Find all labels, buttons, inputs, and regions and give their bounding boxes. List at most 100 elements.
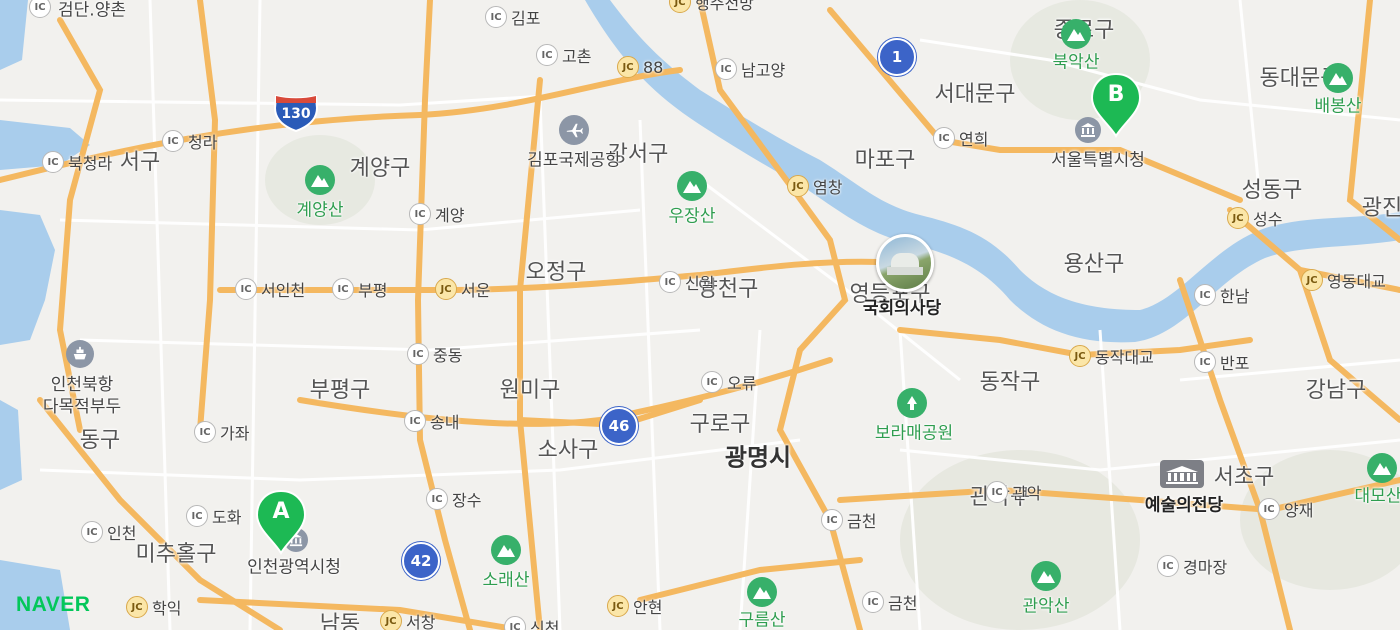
map-pin-b[interactable]: B bbox=[1089, 72, 1143, 138]
interchange-label: 고촌 bbox=[562, 47, 592, 66]
interchange-marker[interactable]: IC 장수 bbox=[426, 487, 481, 511]
interchange-label: 금천 bbox=[888, 594, 918, 613]
interchange-marker[interactable]: IC 금천 bbox=[821, 508, 876, 532]
interchange-marker[interactable]: IC 고촌 bbox=[536, 43, 591, 67]
interchange-marker[interactable]: IC 청라 bbox=[162, 129, 217, 153]
interchange-marker[interactable]: IC 신월 bbox=[659, 270, 714, 294]
interchange-label: 도화 bbox=[212, 508, 242, 527]
interchange-marker[interactable]: IC 중동 bbox=[407, 342, 462, 366]
junction-label: 행주전망 bbox=[695, 0, 754, 13]
ic-badge: IC bbox=[485, 6, 507, 28]
district-label: 마포구 bbox=[854, 148, 916, 173]
park-label[interactable]: 소래산 bbox=[483, 566, 530, 591]
park-label[interactable]: 구름산 bbox=[739, 606, 786, 630]
map-pin-a[interactable]: A bbox=[254, 489, 308, 555]
interchange-marker[interactable]: IC 경마장 bbox=[1157, 554, 1227, 578]
junction-marker[interactable]: JC 염창 bbox=[787, 174, 842, 198]
mountain-icon[interactable] bbox=[747, 577, 777, 607]
district-label: 동구 bbox=[79, 428, 121, 453]
park-label[interactable]: 대모산 bbox=[1355, 482, 1400, 507]
poi-label-seoul-cityhall[interactable]: 서울특별시청 bbox=[1051, 146, 1145, 171]
interchange-marker[interactable]: IC 한남 bbox=[1194, 283, 1249, 307]
interchange-marker[interactable]: IC 가좌 bbox=[194, 420, 249, 444]
poi-label-incheon-cityhall[interactable]: 인천광역시청 bbox=[247, 553, 341, 578]
junction-label: 88 bbox=[643, 57, 664, 77]
mountain-icon[interactable] bbox=[1061, 19, 1091, 49]
junction-marker[interactable]: JC 서운 bbox=[435, 277, 490, 301]
port-icon[interactable] bbox=[66, 340, 94, 368]
interchange-marker[interactable]: IC 북청라 bbox=[42, 150, 112, 174]
junction-marker[interactable]: JC 행주전망 bbox=[669, 0, 754, 14]
interchange-marker[interactable]: IC 양재 bbox=[1258, 497, 1313, 521]
park-label[interactable]: 우장산 bbox=[669, 202, 716, 227]
junction-marker[interactable]: JC 88 bbox=[617, 56, 663, 78]
park-label[interactable]: 보라매공원 bbox=[875, 419, 953, 444]
ic-badge: IC bbox=[715, 58, 737, 80]
park-label[interactable]: 계양산 bbox=[297, 196, 344, 221]
interchange-label: 신월 bbox=[685, 274, 715, 293]
junction-marker[interactable]: JC 동작대교 bbox=[1069, 344, 1154, 368]
tree-icon[interactable] bbox=[897, 388, 927, 418]
photo-thumbnail[interactable] bbox=[876, 234, 934, 292]
park-label[interactable]: 배봉산 bbox=[1315, 92, 1362, 117]
mountain-icon[interactable] bbox=[491, 535, 521, 565]
poi-label-arts-center[interactable]: 예술의전당 bbox=[1145, 491, 1223, 516]
ic-badge: IC bbox=[42, 151, 64, 173]
junction-marker[interactable]: JC 영동대교 bbox=[1301, 268, 1386, 292]
ic-badge: IC bbox=[821, 509, 843, 531]
mountain-icon[interactable] bbox=[1323, 63, 1353, 93]
park-label[interactable]: 북악산 bbox=[1053, 48, 1100, 73]
airplane-icon[interactable] bbox=[559, 115, 589, 145]
ic-badge: IC bbox=[986, 481, 1008, 503]
ic-badge: IC bbox=[407, 343, 429, 365]
interchange-marker[interactable]: IC 금천 bbox=[862, 590, 917, 614]
district-label: 구로구 bbox=[689, 412, 751, 437]
map-canvas[interactable]: 서구 계양구 강서구 오정구 양천구 부평구 원미구 소사구 구로구 동구 미추… bbox=[0, 0, 1400, 630]
interchange-marker[interactable]: IC 부평 bbox=[332, 277, 387, 301]
district-label: 서구 bbox=[119, 150, 161, 175]
interchange-marker[interactable]: IC 서인천 bbox=[235, 277, 305, 301]
park-label[interactable]: 관악산 bbox=[1023, 592, 1070, 617]
interchange-label: 계양 bbox=[435, 206, 465, 225]
interchange-marker[interactable]: IC 관악 bbox=[986, 480, 1041, 504]
ic-badge: IC bbox=[404, 410, 426, 432]
jc-badge: JC bbox=[607, 595, 629, 617]
interchange-marker[interactable]: IC 반포 bbox=[1194, 350, 1249, 374]
interchange-marker[interactable]: IC 인천 bbox=[81, 520, 136, 544]
junction-label: 영동대교 bbox=[1327, 272, 1386, 291]
interchange-marker[interactable]: IC 계양 bbox=[409, 202, 464, 226]
poi-label-airport[interactable]: 김포국제공항 bbox=[527, 146, 621, 171]
interchange-marker[interactable]: IC 도화 bbox=[186, 504, 241, 528]
interchange-marker[interactable]: IC 신천 bbox=[504, 615, 559, 630]
ic-badge: IC bbox=[659, 271, 681, 293]
route-shield-42[interactable]: 42 bbox=[402, 542, 440, 580]
junction-marker[interactable]: JC 안현 bbox=[607, 594, 662, 618]
ic-badge: IC bbox=[81, 521, 103, 543]
ic-badge: IC bbox=[162, 130, 184, 152]
route-shield-46[interactable]: 46 bbox=[600, 407, 638, 445]
junction-marker[interactable]: JC 학익 bbox=[126, 595, 181, 619]
interchange-marker[interactable]: IC 오류 bbox=[701, 370, 756, 394]
theater-icon[interactable] bbox=[1160, 460, 1204, 488]
poi-label-assembly[interactable]: 국회의사당 bbox=[863, 294, 941, 319]
ic-badge: IC bbox=[409, 203, 431, 225]
ic-badge: IC bbox=[194, 421, 216, 443]
mountain-icon[interactable] bbox=[1367, 453, 1397, 483]
jc-badge: JC bbox=[1069, 345, 1091, 367]
junction-marker[interactable]: JC 서창 bbox=[380, 609, 435, 630]
interchange-marker[interactable]: IC 연희 bbox=[933, 126, 988, 150]
mountain-icon[interactable] bbox=[677, 171, 707, 201]
junction-marker[interactable]: JC 성수 bbox=[1227, 206, 1282, 230]
interchange-marker[interactable]: IC 김포 bbox=[485, 5, 540, 29]
ic-badge: IC bbox=[504, 616, 526, 630]
mountain-icon[interactable] bbox=[305, 165, 335, 195]
expressway-shield-130[interactable]: 130 bbox=[273, 94, 319, 132]
interchange-marker[interactable]: IC 송내 bbox=[404, 409, 459, 433]
interchange-marker[interactable]: IC bbox=[29, 0, 51, 18]
route-shield-1[interactable]: 1 bbox=[878, 38, 916, 76]
city-label: 광명시 bbox=[724, 443, 792, 472]
poi-label-port[interactable]: 인천북항 다목적부두 bbox=[43, 374, 121, 418]
interchange-marker[interactable]: IC 남고양 bbox=[715, 57, 785, 81]
naver-logo[interactable]: NAVER bbox=[16, 593, 90, 617]
mountain-icon[interactable] bbox=[1031, 561, 1061, 591]
